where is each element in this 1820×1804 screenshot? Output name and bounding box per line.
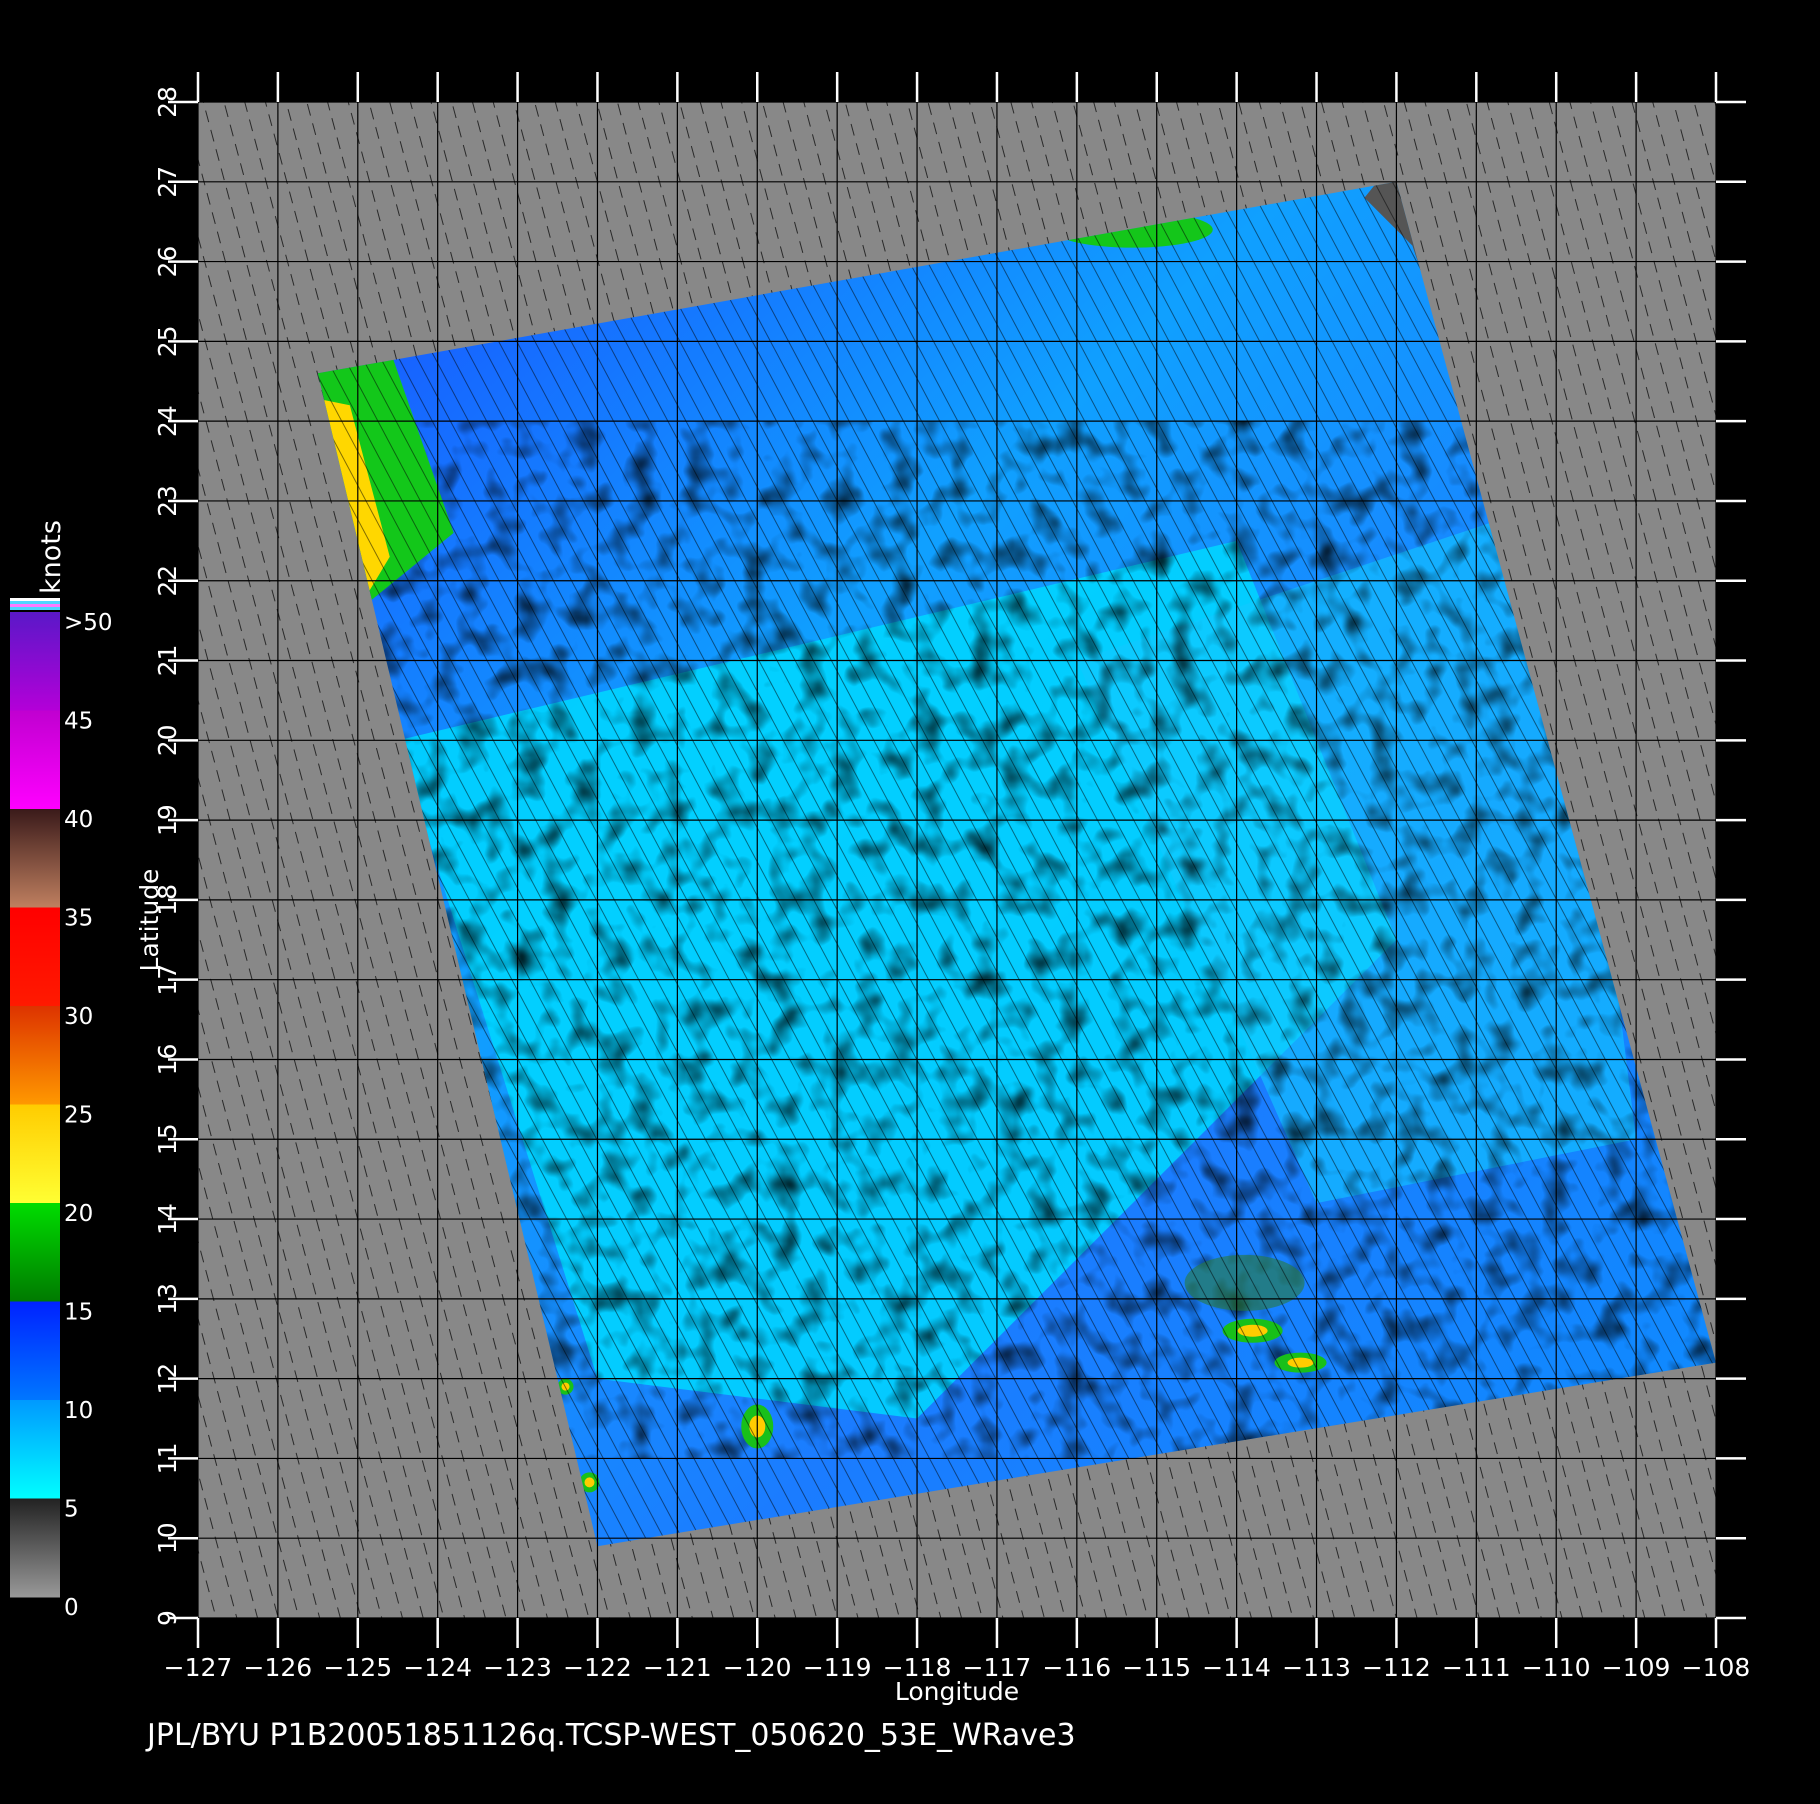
colorbar-label: 20 [64,1201,93,1227]
colorbar: knots >50 45 40 35 30 25 20 15 10 5 0 [10,520,113,1621]
colorbar-label: 45 [64,709,93,735]
latitude-tick-label: 26 [153,246,182,278]
longitude-tick-label: −123 [483,1653,552,1682]
latitude-tick-label: 14 [153,1203,182,1235]
wind-map-svg: −127 −126 −125 −124 −123 −122 −121 −120 −119 −118… [10,72,1751,1706]
colorbar-label: 10 [64,1398,93,1424]
latitude-tick-label: 13 [153,1283,182,1315]
latitude-tick-label: 10 [153,1522,182,1554]
longitude-tick-label: −115 [1122,1653,1191,1682]
colorbar-band [10,809,60,908]
colorbar-band [10,1498,60,1598]
longitude-tick-label: −119 [803,1653,872,1682]
longitude-tick-label: −120 [723,1653,792,1682]
longitude-tick-label: −125 [323,1653,392,1682]
latitude-tick-label: 20 [153,724,182,756]
colorbar-label: 15 [64,1300,93,1326]
colorbar-cap-stripe [10,601,60,604]
latitude-tick-label: 25 [153,325,182,357]
colorbar-cap-stripe [10,598,60,601]
latitude-tick-label: 24 [153,405,182,437]
latitude-tick-label: 19 [153,804,182,836]
latitude-tick-label: 9 [153,1610,182,1626]
colorbar-label: 0 [64,1595,79,1621]
longitude-tick-label: −108 [1682,1653,1751,1682]
colorbar-label: 5 [64,1497,79,1523]
longitude-tick-label: −116 [1043,1653,1112,1682]
colorbar-band [10,1400,60,1499]
colorbar-band [10,907,60,1007]
longitude-tick-label: −112 [1362,1653,1431,1682]
longitude-tick-label: −121 [643,1653,712,1682]
longitude-tick-label: −113 [1282,1653,1351,1682]
colorbar-title: knots [36,520,67,594]
latitude-tick-label: 11 [153,1443,182,1475]
colorbar-label: 40 [64,807,93,833]
longitude-tick-label: −114 [1202,1653,1271,1682]
colorbar-label: 30 [64,1004,93,1030]
latitude-tick-label: 21 [153,645,182,677]
colorbar-band [10,710,60,810]
colorbar-cap-stripe [10,607,60,610]
latitude-tick-label: 23 [153,485,182,517]
colorbar-cap-stripe [10,604,60,607]
latitude-tick-label: 16 [153,1044,182,1076]
longitude-tick-label: −122 [563,1653,632,1682]
x-axis-title: Longitude [895,1677,1019,1706]
longitude-tick-label: −126 [244,1653,313,1682]
colorbar-band [10,612,60,711]
latitude-tick-label: 22 [153,565,182,597]
longitude-tick-label: −110 [1522,1653,1591,1682]
longitude-tick-label: −111 [1442,1653,1511,1682]
colorbar-band [10,1301,60,1401]
colorbar-band [10,1104,60,1204]
colorbar-band [10,1203,60,1302]
longitude-tick-label: −124 [403,1653,472,1682]
colorbar-label: >50 [64,610,113,636]
latitude-tick-label: 15 [153,1123,182,1155]
latitude-tick-label: 27 [153,166,182,198]
image-source-caption: JPL/BYU P1B20051851126q.TCSP-WEST_050620… [147,1718,1076,1753]
wind-map-figure: −127 −126 −125 −124 −123 −122 −121 −120 −119 −118… [0,0,1820,1800]
longitude-tick-label: −109 [1602,1653,1671,1682]
colorbar-label: 25 [64,1103,93,1129]
colorbar-band [10,1006,60,1105]
colorbar-label: 35 [64,906,93,932]
latitude-tick-label: 12 [153,1363,182,1395]
latitude-tick-label: 28 [153,86,182,118]
longitude-tick-label: −127 [164,1653,233,1682]
y-axis-title: Latitude [135,869,164,972]
